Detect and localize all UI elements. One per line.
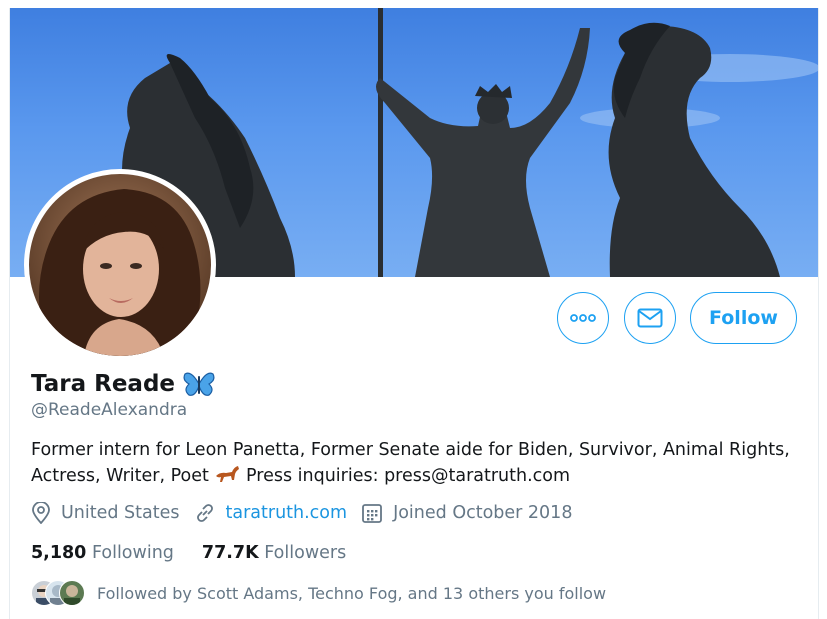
follow-counts: 5,180 Following 77.7K Followers: [31, 543, 374, 563]
followed-by-text: Followed by Scott Adams, Techno Fog, and…: [97, 583, 607, 603]
mutual-avatar: [59, 580, 85, 606]
location-pin-icon: [32, 502, 50, 524]
calendar-icon: [362, 504, 382, 523]
mutual-avatars: [31, 580, 87, 606]
profile-meta: United States taratruth.com Joined Octob…: [31, 502, 586, 524]
following-count: 5,180: [31, 543, 87, 563]
followers-count-link[interactable]: 77.7K Followers: [202, 543, 346, 563]
more-options-button[interactable]: [557, 292, 609, 344]
joined-item: Joined October 2018: [361, 502, 572, 524]
bio-press-text: Press inquiries: press@taratruth.com: [246, 466, 571, 486]
followed-by-row[interactable]: Followed by Scott Adams, Techno Fog, and…: [31, 580, 606, 606]
following-label: Following: [91, 543, 174, 563]
followers-label: Followers: [264, 543, 347, 563]
profile-card: Follow Tara Reade @ReadeAlexandra Former…: [9, 8, 819, 619]
user-handle: @ReadeAlexandra: [31, 400, 188, 420]
name-row: Tara Reade: [31, 370, 215, 398]
avatar-image: [29, 174, 211, 356]
website-link[interactable]: taratruth.com: [226, 503, 348, 523]
envelope-icon: [637, 308, 663, 328]
more-icon: [570, 314, 596, 322]
location-item: United States: [31, 502, 180, 524]
website-item[interactable]: taratruth.com: [194, 502, 348, 524]
location-text: United States: [61, 503, 180, 523]
message-button[interactable]: [624, 292, 676, 344]
horse-emoji-icon: [214, 464, 240, 492]
followers-count: 77.7K: [201, 543, 259, 563]
butterfly-emoji-icon: [183, 370, 215, 398]
profile-bio: Former intern for Leon Panetta, Former S…: [31, 437, 811, 492]
profile-avatar[interactable]: [24, 169, 216, 361]
joined-text: Joined October 2018: [393, 503, 573, 523]
link-icon: [196, 504, 213, 522]
follow-button[interactable]: Follow: [690, 292, 797, 344]
display-name: Tara Reade: [31, 371, 176, 397]
following-count-link[interactable]: 5,180 Following: [31, 543, 174, 563]
